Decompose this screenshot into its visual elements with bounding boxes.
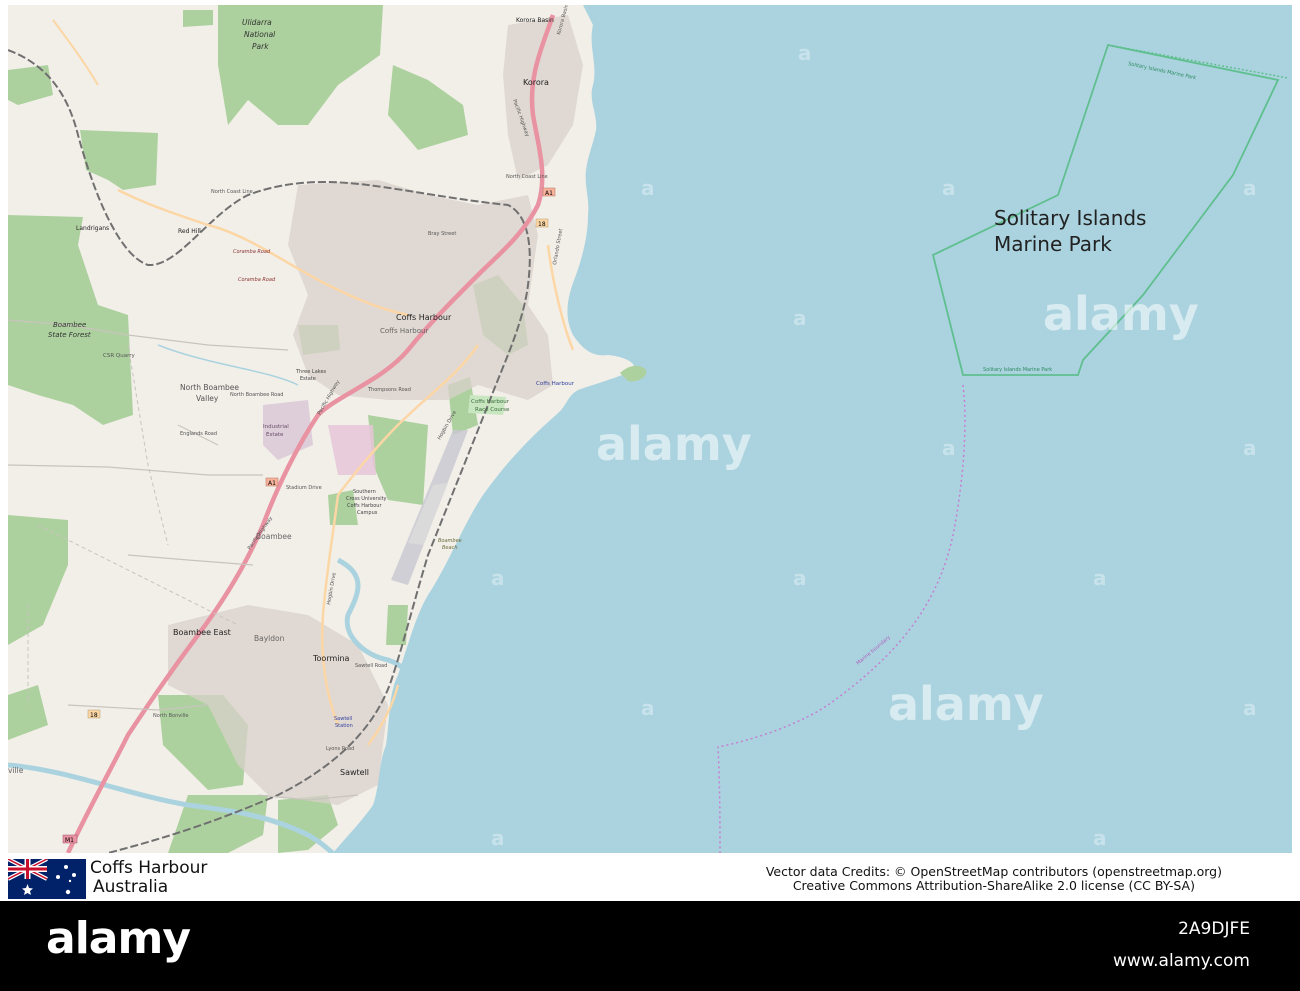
boambee-beach-label-2: Beach	[442, 545, 458, 551]
svg-text:a: a	[641, 696, 655, 720]
coffs-harbour-label: Coffs Harbour	[396, 313, 452, 322]
svg-text:a: a	[491, 826, 505, 850]
korora-basin-label: Korora Basin	[516, 17, 554, 24]
marine-park-label-2: Marine Park	[994, 232, 1112, 256]
north-coast-line-label: North Coast Line	[211, 189, 253, 195]
svg-text:a: a	[1243, 436, 1257, 460]
credits-line-2: Creative Commons Attribution-ShareAlike …	[792, 878, 1195, 893]
forest-area	[183, 10, 213, 27]
englands-road-label: Englands Road	[180, 431, 217, 437]
a1-shield-top-text: A1	[545, 190, 553, 197]
toormina-label: Toormina	[312, 654, 350, 663]
a1-shield-mid-text: A1	[268, 480, 276, 487]
ulidarra-label-3: Park	[252, 42, 269, 51]
svg-text:a: a	[1093, 566, 1107, 590]
watermark-3: alamy	[888, 677, 1044, 731]
australia-flag-icon	[7, 857, 86, 899]
university-label-3: Coffs Harbour	[347, 503, 382, 509]
coffs-harbour-port-label: Coffs Harbour	[536, 381, 575, 387]
svg-text:a: a	[798, 41, 812, 65]
boambee-beach-label-1: Boambee	[438, 538, 462, 544]
university-label-4: Campus	[357, 510, 378, 516]
sawtell-station-label-2: Station	[335, 723, 353, 729]
svg-text:a: a	[1093, 826, 1107, 850]
north-bonville-label: North Bonville	[153, 713, 188, 719]
alamy-logo: alamy	[46, 913, 191, 964]
north-boambee-label: North Boambee	[180, 383, 239, 392]
boambee-forest-label-1: Boambee	[53, 321, 86, 329]
race-course-label-2: Race Course	[475, 407, 510, 413]
map-title: Coffs Harbour	[90, 858, 208, 878]
svg-text:a: a	[942, 176, 956, 200]
svg-text:a: a	[1243, 176, 1257, 200]
svg-text:a: a	[641, 176, 655, 200]
university-label-1: Southern	[353, 489, 376, 495]
credits-block: Vector data Credits: © OpenStreetMap con…	[766, 865, 1222, 893]
sawtell-station-label-1: Sawtell	[334, 716, 352, 722]
m1-shield-text: M1	[65, 837, 74, 844]
csr-quarry-label: CSR Quarry	[103, 353, 136, 359]
race-course-label-1: Coffs Harbour	[471, 399, 510, 405]
ulidarra-label-1: Ulidarra	[242, 18, 272, 27]
sawtell-label: Sawtell	[340, 768, 369, 777]
north-boambee-road-label: North Boambee Road	[230, 392, 283, 398]
svg-text:a: a	[1243, 696, 1257, 720]
marine-park-label-1: Solitary Islands	[994, 206, 1146, 230]
credits-line-1: Vector data Credits: © OpenStreetMap con…	[765, 864, 1222, 879]
north-coast-line-label-2: North Coast Line	[506, 174, 548, 180]
map-country: Australia	[93, 877, 169, 897]
svg-text:a: a	[793, 566, 807, 590]
svg-text:a: a	[491, 566, 505, 590]
valley-label: Valley	[196, 394, 219, 403]
ulidarra-label-2: National	[244, 30, 276, 39]
svg-text:a: a	[793, 306, 807, 330]
three-lakes-label-1: Three Lakes	[295, 369, 327, 375]
thompsons-road-label: Thompsons Road	[367, 387, 411, 393]
three-lakes-label-2: Estate	[300, 376, 316, 382]
bayldon-label: Bayldon	[254, 634, 285, 643]
map-svg: a a a a a a a a a a a a a a A1 A1 18 M1 …	[7, 0, 1292, 856]
stock-url[interactable]: www.alamy.com	[1113, 951, 1250, 971]
map-canvas[interactable]: a a a a a a a a a a a a a a A1 A1 18 M1 …	[7, 0, 1292, 856]
b18-shield-south-text: 18	[90, 712, 98, 719]
landrigans-label: Landrigans	[76, 225, 109, 232]
watermark-1: alamy	[596, 417, 752, 471]
sawtell-road-label: Sawtell Road	[355, 663, 387, 669]
svg-text:a: a	[942, 436, 956, 460]
industrial-label-2: Estate	[266, 432, 284, 438]
legend-bar: Coffs Harbour Australia Vector data Cred…	[0, 853, 1300, 901]
coramba-road-label: Coramba Road	[233, 249, 271, 255]
urban-area	[288, 180, 553, 400]
stadium-drive-label: Stadium Drive	[286, 485, 322, 491]
red-hill-label: Red Hill	[178, 228, 201, 235]
coffs-harbour-suburb-label: Coffs Harbour	[380, 327, 428, 335]
boambee-forest-label-2: State Forest	[48, 331, 91, 339]
image-id: 2A9DJFE	[1178, 919, 1250, 939]
boambee-east-label: Boambee East	[173, 628, 231, 637]
university-label-2: Cross University	[346, 496, 387, 502]
watermark-2: alamy	[1043, 287, 1199, 341]
korora-label: Korora	[523, 78, 549, 87]
park-boundary-label: Solitary Islands Marine Park	[983, 367, 1052, 373]
lyons-road-label: Lyons Road	[326, 746, 354, 752]
stock-footer: alamy 2A9DJFE www.alamy.com	[0, 901, 1300, 991]
b18-shield-text: 18	[538, 221, 546, 228]
bonville-label: ville	[8, 766, 24, 775]
coramba-road-label-2: Coramba Road	[238, 277, 276, 283]
bray-street-label: Bray Street	[428, 231, 456, 237]
industrial-label-1: Industrial	[263, 424, 289, 430]
